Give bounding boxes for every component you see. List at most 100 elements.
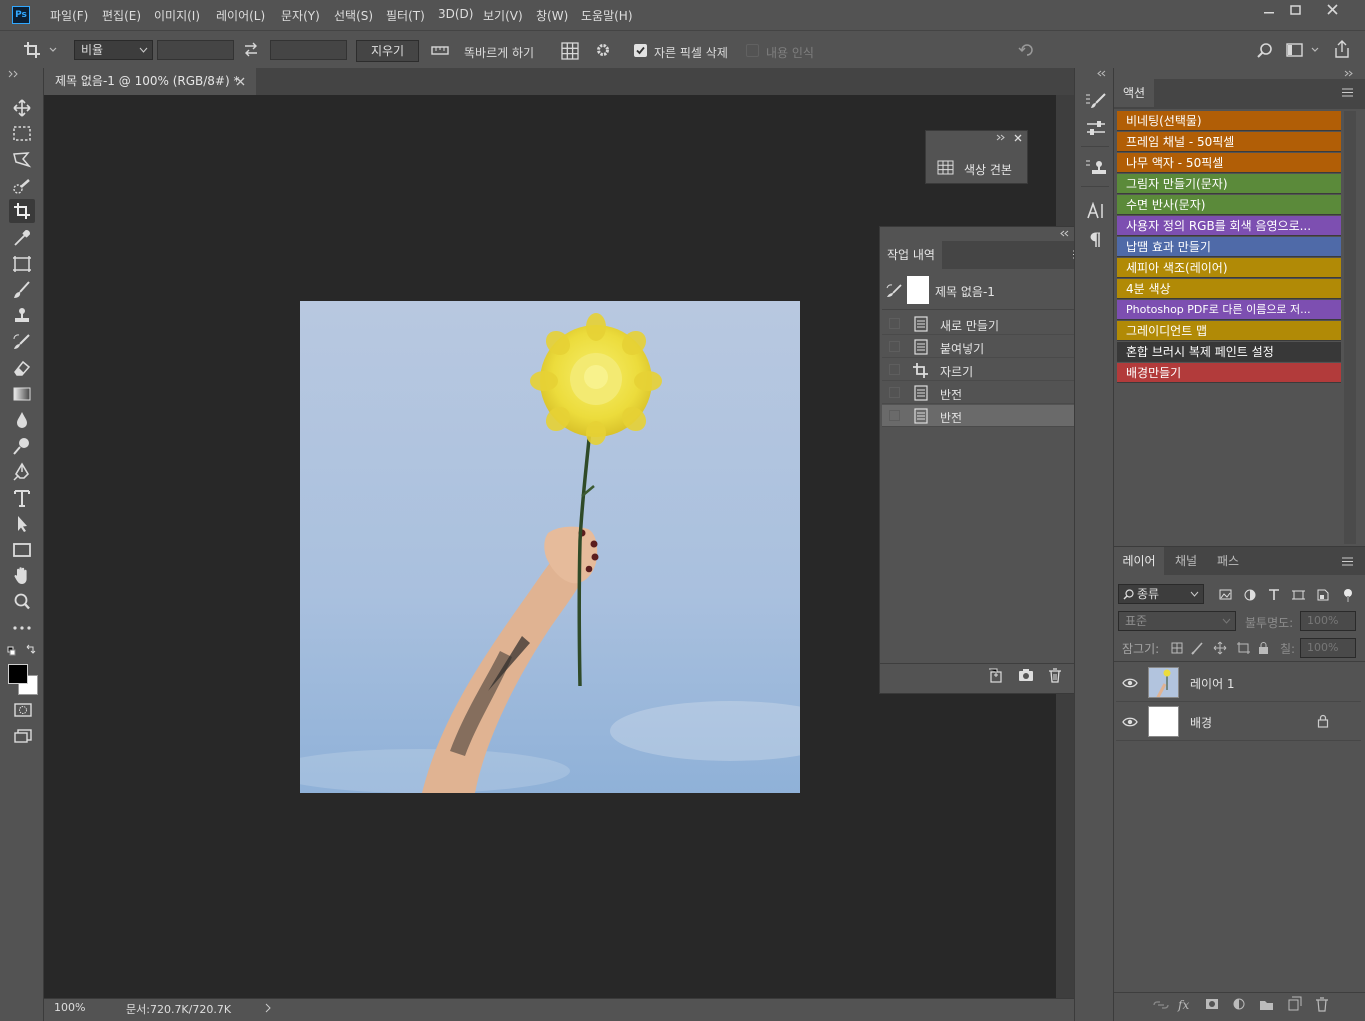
- history-source-checkbox[interactable]: [889, 364, 900, 375]
- blur-tool[interactable]: [9, 408, 35, 432]
- content-aware-checkbox[interactable]: [746, 44, 759, 57]
- action-set[interactable]: 프레임 채널 - 50픽셀: [1117, 132, 1341, 152]
- history-item[interactable]: 자르기: [882, 359, 1075, 381]
- history-source-checkbox[interactable]: [889, 318, 900, 329]
- search-icon[interactable]: [1256, 42, 1274, 60]
- zoom-tool[interactable]: [9, 590, 35, 614]
- more-tools[interactable]: [9, 616, 35, 640]
- action-set[interactable]: Photoshop PDF로 다른 이름으로 저...: [1117, 300, 1341, 320]
- marquee-tool[interactable]: [9, 122, 35, 146]
- gradient-tool[interactable]: [9, 382, 35, 406]
- action-set[interactable]: 수면 반사(문자): [1117, 195, 1341, 215]
- opacity-field[interactable]: 100%: [1300, 611, 1356, 631]
- action-set[interactable]: 사용자 정의 RGB를 회색 음영으로...: [1117, 216, 1341, 236]
- path-select-tool[interactable]: [9, 512, 35, 536]
- channels-tab[interactable]: 채널: [1166, 547, 1206, 575]
- straighten-icon[interactable]: [431, 44, 449, 56]
- history-source-checkbox[interactable]: [889, 341, 900, 352]
- overlay-grid-icon[interactable]: [561, 42, 581, 62]
- move-tool[interactable]: [9, 96, 35, 120]
- document-image[interactable]: [300, 301, 800, 793]
- reset-icon[interactable]: [1018, 42, 1036, 58]
- swatches-label[interactable]: 색상 견본: [964, 161, 1012, 178]
- menu-view[interactable]: 보기(V): [483, 7, 523, 24]
- eyedropper-tool[interactable]: [9, 226, 35, 250]
- paths-tab[interactable]: 패스: [1208, 547, 1248, 575]
- menu-file[interactable]: 파일(F): [50, 7, 88, 24]
- menu-help[interactable]: 도움말(H): [581, 7, 633, 24]
- foreground-color-swatch[interactable]: [8, 664, 28, 684]
- collapse-arrows-icon[interactable]: [1097, 70, 1107, 77]
- action-set[interactable]: 세피아 색조(레이어): [1117, 258, 1341, 278]
- lasso-tool[interactable]: [9, 148, 35, 172]
- history-brush-tool[interactable]: [9, 330, 35, 354]
- camera-snapshot-icon[interactable]: [1018, 668, 1034, 682]
- maximize-button[interactable]: [1278, 0, 1314, 22]
- action-set[interactable]: 비네팅(선택물): [1117, 111, 1341, 131]
- menu-type[interactable]: 문자(Y): [281, 7, 320, 24]
- history-item[interactable]: 붙여넣기: [882, 336, 1075, 358]
- history-item[interactable]: 반전: [882, 382, 1075, 404]
- delete-cropped-checkbox[interactable]: [634, 44, 647, 57]
- rectangle-tool[interactable]: [9, 538, 35, 562]
- quick-mask-icon[interactable]: [13, 702, 33, 718]
- history-source-checkbox[interactable]: [889, 387, 900, 398]
- document-size[interactable]: 문서:720.7K/720.7K: [126, 1001, 231, 1017]
- menu-edit[interactable]: 편집(E): [102, 7, 141, 24]
- document-tab[interactable]: 제목 없음-1 @ 100% (RGB/8#) *: [44, 68, 256, 95]
- layer-filter-icons[interactable]: [1218, 587, 1358, 603]
- brush-settings-icon[interactable]: [1085, 92, 1107, 110]
- eye-icon[interactable]: [1122, 716, 1138, 728]
- menu-select[interactable]: 선택(S): [334, 7, 373, 24]
- close-panel-icon[interactable]: [1014, 134, 1022, 142]
- share-icon[interactable]: [1333, 39, 1351, 59]
- expand-arrows-icon[interactable]: [996, 134, 1006, 141]
- chevron-right-icon[interactable]: [265, 1003, 271, 1013]
- zoom-level[interactable]: 100%: [54, 1001, 85, 1014]
- menu-layer[interactable]: 레이어(L): [216, 7, 265, 24]
- crop-tool[interactable]: [9, 199, 35, 223]
- history-brush-source-icon[interactable]: [885, 284, 903, 298]
- menu-3d[interactable]: 3D(D): [438, 7, 473, 21]
- clone-source-icon[interactable]: [1085, 158, 1107, 178]
- layers-footer-buttons[interactable]: fx: [1152, 996, 1362, 1014]
- pen-tool[interactable]: [9, 460, 35, 484]
- lock-options-icons[interactable]: [1170, 640, 1274, 656]
- history-item-selected[interactable]: 반전: [882, 405, 1075, 427]
- new-document-from-state-icon[interactable]: [988, 668, 1004, 683]
- actions-scrollbar[interactable]: [1344, 111, 1356, 544]
- menu-window[interactable]: 창(W): [536, 7, 568, 24]
- menu-image[interactable]: 이미지(I): [154, 7, 200, 24]
- history-tab[interactable]: 작업 내역: [880, 241, 942, 269]
- delete-cropped-label[interactable]: 자른 픽셀 삭제: [654, 44, 728, 61]
- gear-icon[interactable]: [595, 42, 615, 62]
- panel-menu-icon[interactable]: [1342, 557, 1353, 566]
- hand-tool[interactable]: [9, 564, 35, 588]
- blend-mode-select[interactable]: 표준: [1118, 611, 1236, 631]
- type-tool[interactable]: [9, 486, 35, 510]
- trash-icon[interactable]: [1048, 668, 1062, 683]
- action-set[interactable]: 그림자 만들기(문자): [1117, 174, 1341, 194]
- paragraph-panel-icon[interactable]: [1089, 231, 1103, 249]
- action-set[interactable]: 4분 색상: [1117, 279, 1341, 299]
- crop-height-field[interactable]: [270, 40, 347, 60]
- history-snapshot[interactable]: 제목 없음-1: [882, 271, 1075, 310]
- collapse-arrows-icon[interactable]: [1060, 230, 1070, 237]
- frame-tool[interactable]: [9, 252, 35, 276]
- screen-mode-icon[interactable]: [13, 728, 33, 744]
- crop-tool-preset-icon[interactable]: [22, 40, 60, 60]
- eye-icon[interactable]: [1122, 677, 1138, 689]
- actions-tab[interactable]: 액션: [1114, 79, 1154, 107]
- action-set[interactable]: 그레이디언트 맵: [1117, 321, 1341, 341]
- action-set[interactable]: 혼합 브러시 복제 페인트 설정: [1117, 342, 1341, 362]
- collapse-arrows-icon[interactable]: [8, 70, 20, 78]
- history-source-checkbox[interactable]: [889, 410, 900, 421]
- straighten-label[interactable]: 똑바르게 하기: [464, 44, 534, 61]
- menu-filter[interactable]: 필터(T): [386, 7, 425, 24]
- layer-row[interactable]: 배경: [1116, 703, 1361, 741]
- swap-icon[interactable]: [243, 42, 259, 57]
- fill-field[interactable]: 100%: [1300, 638, 1356, 658]
- eraser-tool[interactable]: [9, 356, 35, 380]
- action-set[interactable]: 납땜 효과 만들기: [1117, 237, 1341, 257]
- dodge-tool[interactable]: [9, 434, 35, 458]
